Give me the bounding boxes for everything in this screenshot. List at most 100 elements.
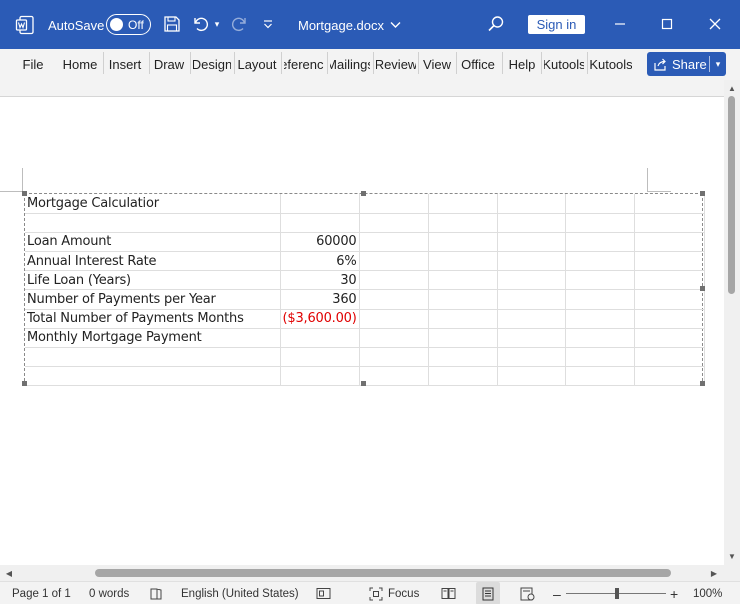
cell-value[interactable]: [359, 289, 429, 310]
zoom-level[interactable]: 100%: [693, 582, 722, 604]
cell-value[interactable]: ($3,600.00): [280, 309, 360, 329]
cell-value[interactable]: [497, 347, 566, 368]
ribbon-tab-view[interactable]: View: [421, 53, 453, 75]
resize-handle-tr[interactable]: [700, 191, 705, 196]
ribbon-tab-help[interactable]: Help: [505, 53, 539, 75]
resize-handle-mr[interactable]: [700, 286, 705, 291]
sign-in-button[interactable]: Sign in: [528, 15, 585, 34]
cell-value[interactable]: [565, 270, 635, 291]
cell-value[interactable]: [565, 347, 635, 368]
document-title[interactable]: Mortgage.docx: [298, 15, 401, 35]
ribbon-tab-home[interactable]: Home: [60, 53, 100, 75]
focus-mode-button[interactable]: Focus: [368, 582, 419, 604]
cell-value[interactable]: [565, 194, 635, 214]
cell-value[interactable]: [428, 328, 498, 349]
page-count[interactable]: Page 1 of 1: [12, 582, 71, 604]
cell-value[interactable]: [634, 309, 705, 329]
cell-value[interactable]: [359, 270, 429, 291]
cell-value[interactable]: [428, 232, 498, 253]
save-icon[interactable]: [162, 14, 182, 34]
cell-value[interactable]: [565, 309, 635, 329]
zoom-slider-thumb[interactable]: [615, 588, 619, 599]
cell-value[interactable]: [497, 289, 566, 310]
share-button[interactable]: Share ▾: [647, 52, 726, 76]
cell-value[interactable]: 6%: [280, 251, 360, 272]
search-icon[interactable]: [486, 14, 506, 34]
ribbon-tab-references[interactable]: References: [284, 53, 324, 75]
cell-label[interactable]: Total Number of Payments Months: [25, 309, 281, 329]
cell-value[interactable]: [428, 194, 498, 214]
read-mode-button[interactable]: [440, 582, 456, 604]
cell-label[interactable]: Mortgage Calculatior: [25, 194, 281, 214]
cell-value[interactable]: [565, 232, 635, 253]
ribbon-tab-design[interactable]: Design: [193, 53, 231, 75]
resize-handle-tc[interactable]: [361, 191, 366, 196]
cell-value[interactable]: [634, 328, 705, 349]
zoom-out-icon[interactable]: –: [553, 582, 561, 604]
share-main[interactable]: Share: [647, 57, 709, 72]
resize-handle-bc[interactable]: [361, 381, 366, 386]
cell-value[interactable]: [359, 232, 429, 253]
zoom-in-icon[interactable]: +: [670, 582, 678, 604]
cell-value[interactable]: [634, 289, 705, 310]
cell-value[interactable]: [497, 194, 566, 214]
cell-value[interactable]: [428, 347, 498, 368]
ribbon-tab-file[interactable]: File: [18, 53, 48, 75]
cell-value[interactable]: [497, 270, 566, 291]
cell-value[interactable]: [565, 289, 635, 310]
resize-handle-tl[interactable]: [22, 191, 27, 196]
cell-value[interactable]: [359, 251, 429, 272]
ribbon-tab-mailings[interactable]: Mailings: [330, 53, 370, 75]
cell-value[interactable]: [280, 328, 360, 349]
ribbon-tab-draw[interactable]: Draw: [152, 53, 186, 75]
scroll-right-icon[interactable]: ▶: [709, 568, 719, 578]
cell-value[interactable]: 60000: [280, 232, 360, 253]
scroll-left-icon[interactable]: ◀: [4, 568, 14, 578]
cell-label[interactable]: Annual Interest Rate: [25, 251, 281, 272]
cell-label[interactable]: [25, 213, 281, 233]
word-count[interactable]: 0 words: [89, 582, 129, 604]
cell-value[interactable]: [497, 232, 566, 253]
cell-value[interactable]: [497, 309, 566, 329]
cell-label[interactable]: Life Loan (Years): [25, 270, 281, 291]
vertical-scroll-thumb[interactable]: [728, 96, 735, 294]
cell-value[interactable]: [428, 289, 498, 310]
cell-value[interactable]: [359, 328, 429, 349]
undo-dropdown-icon[interactable]: ▾: [212, 15, 222, 33]
cell-value[interactable]: [634, 213, 705, 233]
cell-value[interactable]: [428, 309, 498, 329]
cell-label[interactable]: Loan Amount: [25, 232, 281, 253]
cell-value[interactable]: [634, 366, 705, 387]
scroll-up-icon[interactable]: ▲: [727, 83, 737, 93]
horizontal-scroll-thumb[interactable]: [95, 569, 671, 577]
cell-value[interactable]: [565, 251, 635, 272]
undo-icon[interactable]: [191, 14, 211, 34]
ribbon-tab-review[interactable]: Review: [376, 53, 416, 75]
cell-value[interactable]: [428, 366, 498, 387]
cell-value[interactable]: [634, 270, 705, 291]
cell-value[interactable]: [634, 232, 705, 253]
cell-value[interactable]: 30: [280, 270, 360, 291]
embedded-spreadsheet[interactable]: Mortgage Calculatior Loan Amount 60000 Annu…: [24, 193, 705, 387]
cell-value[interactable]: [280, 347, 360, 368]
redo-icon[interactable]: [229, 14, 249, 34]
cell-value[interactable]: [280, 366, 360, 387]
cell-value[interactable]: [359, 347, 429, 368]
cell-value[interactable]: [565, 213, 635, 233]
cell-value[interactable]: 360: [280, 289, 360, 310]
scroll-down-icon[interactable]: ▼: [727, 551, 737, 561]
ribbon-tab-kutools[interactable]: Kutools: [544, 53, 584, 75]
cell-value[interactable]: [359, 309, 429, 329]
resize-handle-br[interactable]: [700, 381, 705, 386]
cell-value[interactable]: [634, 251, 705, 272]
cell-value[interactable]: [359, 213, 429, 233]
cell-value[interactable]: [497, 366, 566, 387]
cell-value[interactable]: [428, 213, 498, 233]
cell-value[interactable]: [280, 213, 360, 233]
cell-value[interactable]: [428, 270, 498, 291]
ribbon-tab-office[interactable]: Office: [459, 53, 497, 75]
cell-value[interactable]: [359, 194, 429, 214]
ribbon-tab-kutools-2[interactable]: Kutools: [590, 53, 632, 75]
resize-handle-bl[interactable]: [22, 381, 27, 386]
maximize-button[interactable]: [655, 12, 679, 36]
